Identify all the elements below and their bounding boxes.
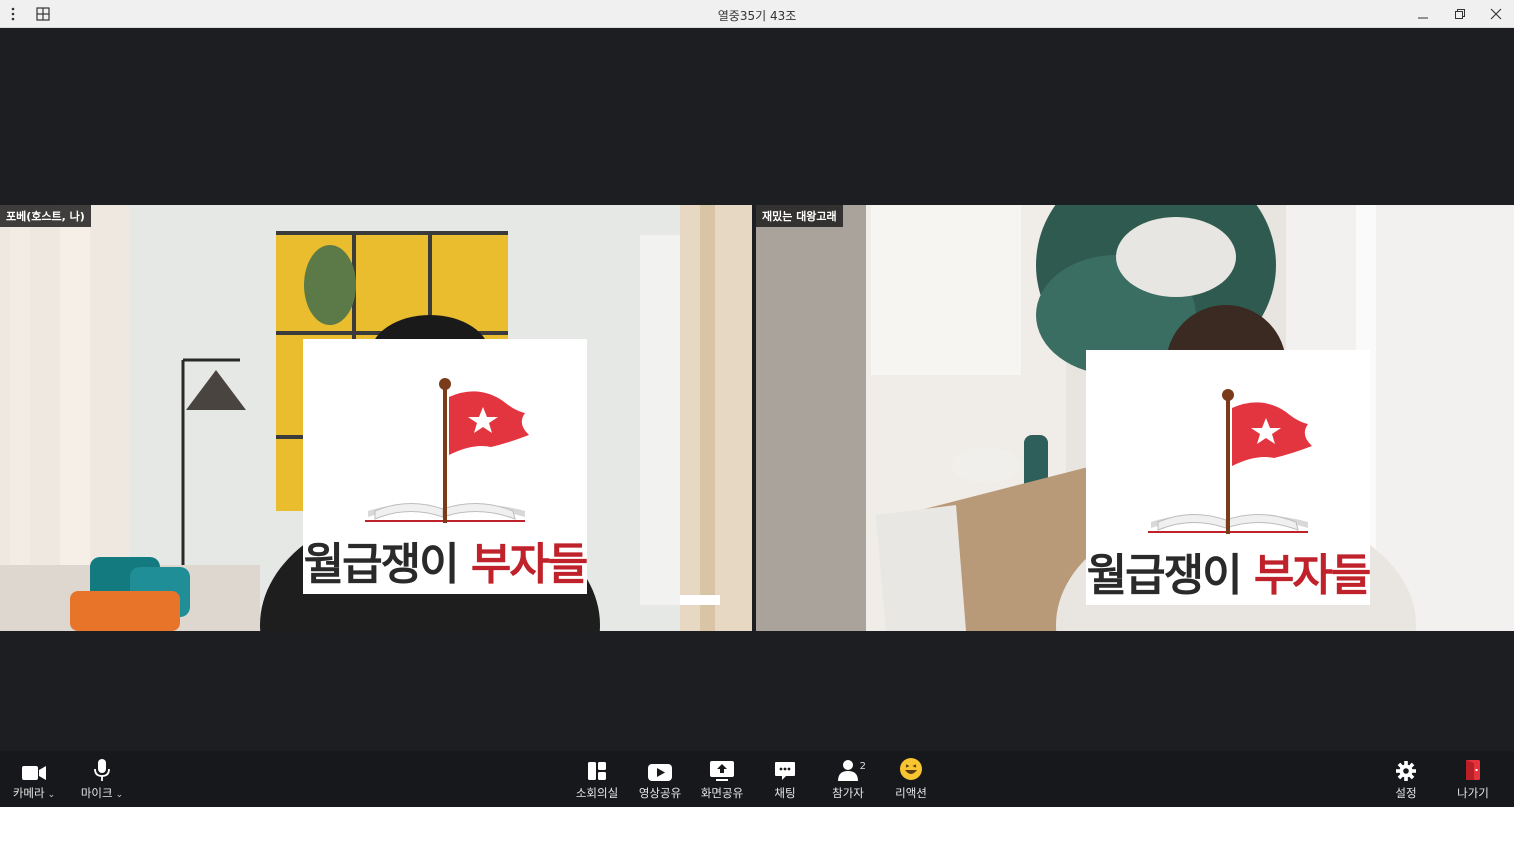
person-icon: 2	[824, 751, 872, 781]
brand-logo-text: 월급쟁이 부자들	[1086, 539, 1372, 603]
settings-button[interactable]: 설정	[1381, 751, 1431, 807]
logo-text-red: 부자들	[1253, 550, 1371, 601]
breakout-label: 소회의실	[575, 786, 619, 800]
participant-name: 포베(호스트, 나)	[0, 205, 91, 227]
leave-button[interactable]: 나가기	[1448, 751, 1498, 807]
screen-share-button[interactable]: 화면공유	[697, 751, 747, 807]
participants-label: 참가자	[832, 786, 864, 800]
chat-button[interactable]: 채팅	[760, 751, 810, 807]
youtube-play-icon	[636, 751, 684, 781]
logo-text-dark: 월급쟁이	[303, 539, 460, 590]
flag-book-logo-icon	[365, 378, 529, 523]
logo-text-red: 부자들	[470, 539, 588, 590]
breakout-room-icon	[573, 751, 621, 781]
participants-count-badge: 2	[859, 761, 866, 772]
chevron-down-icon[interactable]: ⌄	[116, 790, 124, 800]
smiley-emoji-icon	[887, 751, 935, 781]
video-camera-icon	[10, 751, 58, 781]
minimize-icon[interactable]	[1414, 5, 1432, 23]
video-tile-host[interactable]: 포베(호스트, 나) 월급쟁이 부자들	[0, 205, 752, 631]
bottom-margin	[0, 807, 1514, 855]
brand-logo-text: 월급쟁이 부자들	[303, 528, 589, 592]
participant-name: 재밌는 대왕고래	[756, 205, 843, 227]
window-title: 열중35기 43조	[717, 9, 797, 23]
video-share-label: 영상공유	[638, 786, 682, 800]
mic-button[interactable]: 마이크 ⌄	[76, 751, 128, 807]
video-share-button[interactable]: 영상공유	[635, 751, 685, 807]
microphone-icon	[78, 751, 126, 781]
brand-logo-card: 월급쟁이 부자들	[303, 339, 589, 594]
gear-icon	[1382, 751, 1430, 781]
reaction-button[interactable]: 리액션	[886, 751, 936, 807]
meeting-area: 포베(호스트, 나) 월급쟁이 부자들 재밌는 대왕고래 월급쟁이 부자들	[0, 28, 1514, 751]
brand-logo-card: 월급쟁이 부자들	[1086, 350, 1372, 605]
settings-label: 설정	[1395, 786, 1417, 800]
breakout-room-button[interactable]: 소회의실	[572, 751, 622, 807]
chevron-down-icon[interactable]: ⌄	[48, 790, 56, 800]
close-icon[interactable]	[1487, 5, 1505, 23]
camera-button[interactable]: 카메라 ⌄	[8, 751, 60, 807]
restore-icon[interactable]	[1451, 5, 1469, 23]
logo-text-dark: 월급쟁이	[1086, 550, 1243, 601]
chat-bubble-icon	[761, 751, 809, 781]
reaction-label: 리액션	[895, 786, 927, 800]
screen-share-icon	[698, 751, 746, 781]
screen-share-label: 화면공유	[700, 786, 744, 800]
chat-label: 채팅	[774, 786, 796, 800]
title-bar: 열중35기 43조	[0, 0, 1514, 28]
leave-label: 나가기	[1457, 786, 1489, 800]
video-tile-participant[interactable]: 재밌는 대왕고래 월급쟁이 부자들	[756, 205, 1514, 631]
participants-button[interactable]: 2 참가자	[823, 751, 873, 807]
camera-label: 카메라	[12, 786, 45, 800]
meeting-toolbar: 카메라 ⌄ 마이크 ⌄ 소회의실 영상공유 화면공유 채팅 2 참가자 리액션 …	[0, 751, 1514, 807]
exit-door-icon	[1449, 751, 1497, 781]
mic-label: 마이크	[80, 786, 113, 800]
flag-book-logo-icon	[1148, 389, 1312, 534]
